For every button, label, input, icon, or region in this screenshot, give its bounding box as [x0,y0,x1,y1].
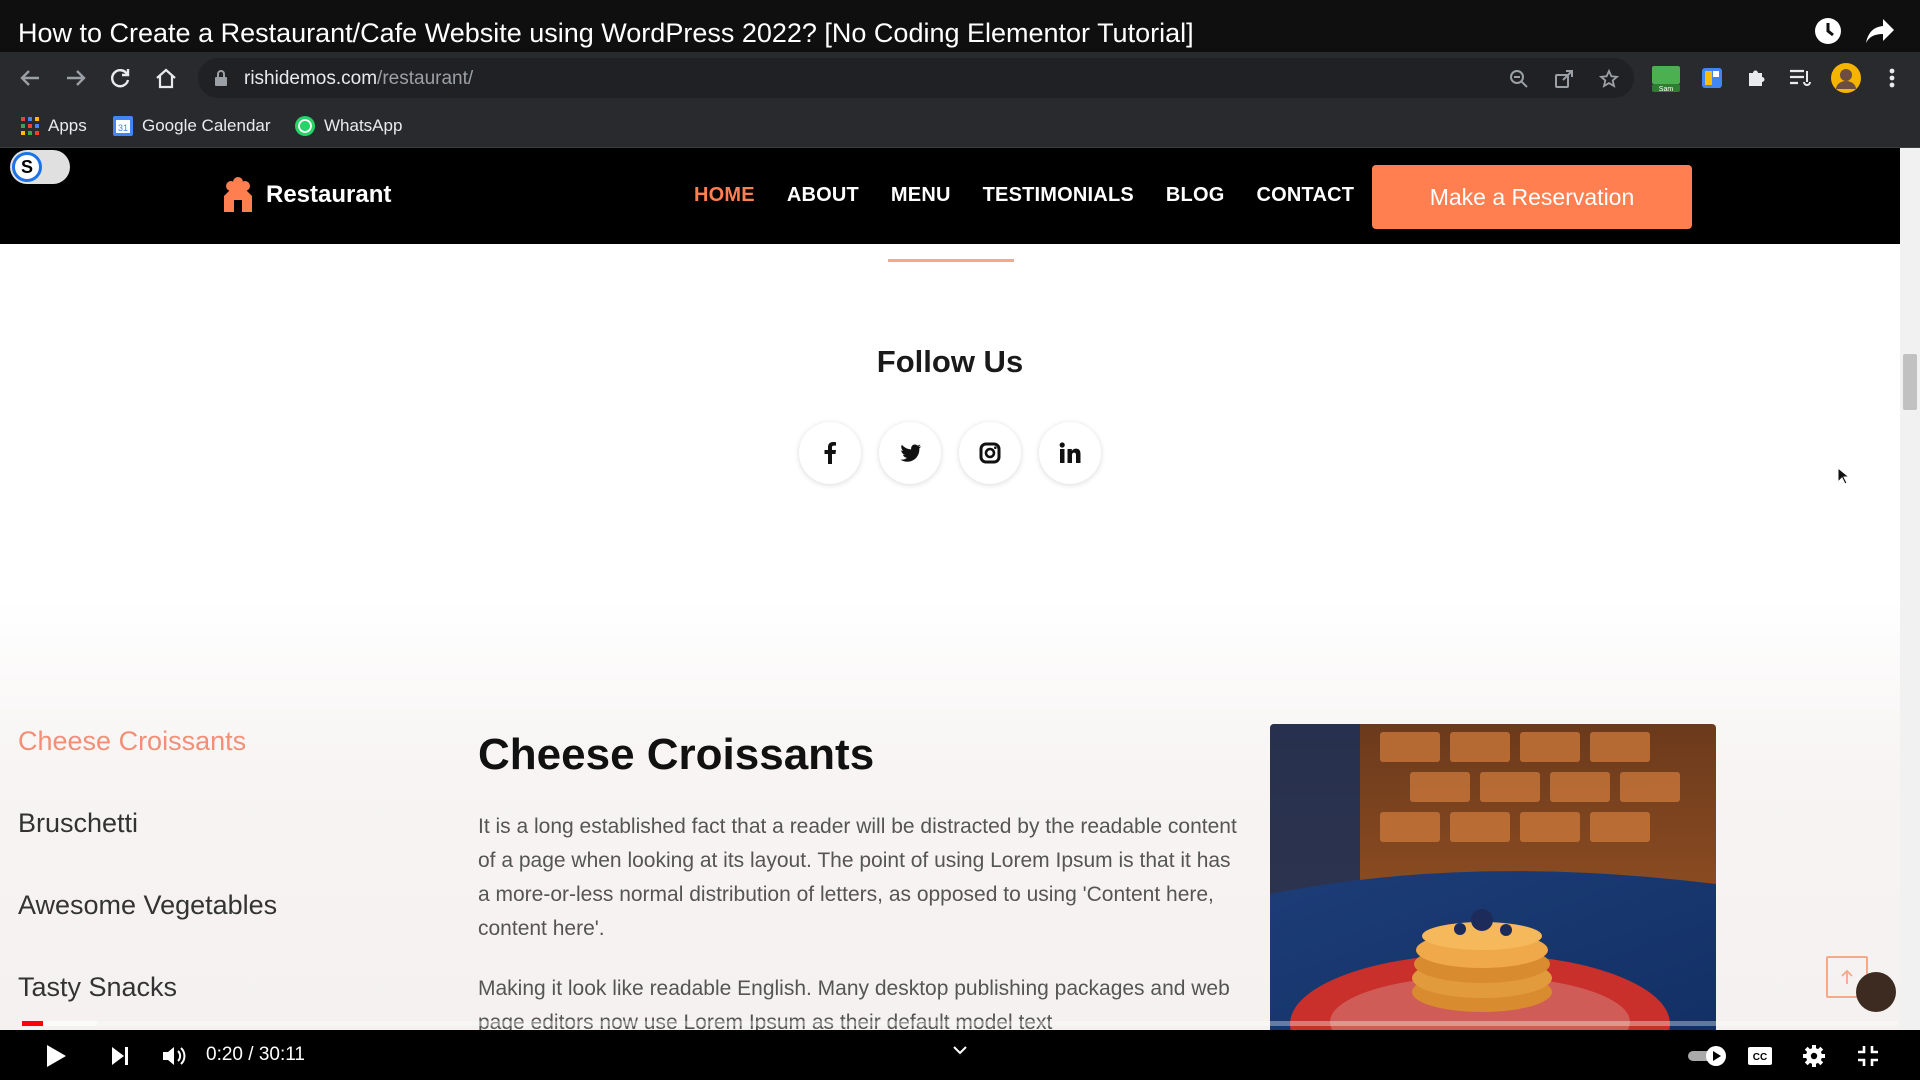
bookmarks-bar: Apps 31 Google Calendar WhatsApp [0,104,1920,148]
site-logo[interactable]: Restaurant [218,176,391,214]
social-links [799,422,1101,484]
nav-contact[interactable]: CONTACT [1256,184,1354,207]
bookmark-whatsapp[interactable]: WhatsApp [294,114,402,138]
main-navigation: HOME ABOUT MENU TESTIMONIALS BLOG CONTAC… [694,184,1354,207]
forward-arrow-icon[interactable] [60,62,92,94]
bookmark-label: WhatsApp [324,116,403,135]
home-icon[interactable] [150,62,182,94]
bookmark-star-icon[interactable] [1596,66,1622,92]
linkedin-button[interactable] [1039,422,1101,484]
reading-list-icon[interactable] [1784,62,1816,94]
bookmark-label: Apps [48,116,87,135]
toggle-knob: S [12,152,42,182]
video-played-bar [22,1021,43,1026]
video-title-bar: How to Create a Restaurant/Cafe Website … [0,0,1920,52]
extension-blue-icon[interactable] [1696,62,1728,94]
nav-about[interactable]: ABOUT [787,184,859,207]
apps-grid-icon [21,117,39,135]
page-scrollbar[interactable] [1900,148,1920,1030]
scrollbar-thumb[interactable] [1903,354,1917,410]
dish-photo [1270,724,1716,1030]
bookmark-google-calendar[interactable]: 31 Google Calendar [112,114,271,138]
twitter-icon [900,444,921,462]
facebook-button[interactable] [799,422,861,484]
dish-title: Cheese Croissants [478,730,875,779]
extension-sam-label: Sam [1659,86,1674,93]
menu-tab-awesome-vegetables[interactable]: Awesome Vegetables [18,890,277,972]
share-icon[interactable] [1863,14,1897,48]
presenter-avatar [1856,972,1896,1012]
video-controls: 0:20 / 30:11 CC [0,1030,1920,1080]
share-page-icon[interactable] [1551,66,1577,92]
play-icon[interactable] [38,1038,74,1074]
bookmark-label: Google Calendar [142,116,271,135]
zoom-icon[interactable] [1506,66,1532,92]
follow-us-heading: Follow Us [876,344,1024,379]
next-video-icon[interactable] [102,1038,138,1074]
restaurant-logo-icon [224,177,252,212]
whatsapp-icon [295,116,315,136]
captions-icon[interactable]: CC [1742,1038,1778,1074]
profile-avatar[interactable] [1830,62,1862,94]
mouse-cursor-icon [1836,466,1852,491]
browser-menu-icon[interactable] [1876,62,1908,94]
svg-text:31: 31 [118,123,128,133]
section-accent-line [888,259,1014,262]
reload-icon[interactable] [104,62,136,94]
instagram-button[interactable] [959,422,1021,484]
settings-gear-icon[interactable] [1796,1038,1832,1074]
address-bar[interactable]: rishidemos.com/restaurant/ [198,58,1634,98]
watch-later-icon[interactable] [1811,14,1845,48]
menu-tab-list: Cheese Croissants Bruschetti Awesome Veg… [18,726,277,1030]
autoplay-toggle[interactable] [1686,1038,1730,1074]
instagram-icon [979,442,1001,464]
svg-text:CC: CC [1753,1052,1767,1063]
logo-text: Restaurant [266,181,392,208]
dish-paragraph: It is a long established fact that a rea… [478,815,1237,940]
make-reservation-button[interactable]: Make a Reservation [1372,165,1692,229]
exit-fullscreen-icon[interactable] [1850,1038,1886,1074]
extensions-puzzle-icon[interactable] [1740,62,1772,94]
volume-icon[interactable] [156,1038,192,1074]
nav-blog[interactable]: BLOG [1166,184,1225,207]
website-viewport: Restaurant HOME ABOUT MENU TESTIMONIALS … [0,148,1900,1030]
nav-menu[interactable]: MENU [891,184,951,207]
url-text: rishidemos.com/restaurant/ [244,68,474,89]
back-arrow-icon[interactable] [14,62,46,94]
menu-tab-cheese-croissants[interactable]: Cheese Croissants [18,726,277,808]
video-progress-bar[interactable] [22,1021,1898,1026]
screen: How to Create a Restaurant/Cafe Website … [0,0,1920,1080]
screen-recorder-toggle[interactable]: S [10,150,70,184]
chevron-down-icon[interactable] [942,1032,978,1068]
video-time: 0:20 / 30:11 [206,1044,305,1065]
bookmark-apps[interactable]: Apps [20,114,87,138]
nav-home[interactable]: HOME [694,184,755,207]
linkedin-icon [1059,442,1081,463]
extension-sam-icon[interactable]: Sam [1650,62,1682,94]
facebook-icon [824,442,836,464]
video-title: How to Create a Restaurant/Cafe Website … [18,18,1194,48]
nav-testimonials[interactable]: TESTIMONIALS [983,184,1134,207]
arrow-up-icon [1841,969,1853,984]
dish-description: It is a long established fact that a rea… [478,810,1238,1030]
lock-icon [214,69,228,92]
site-header: Restaurant HOME ABOUT MENU TESTIMONIALS … [0,148,1900,244]
calendar-icon: 31 [113,116,133,136]
twitter-button[interactable] [879,422,941,484]
browser-toolbar: rishidemos.com/restaurant/ [0,52,1920,104]
menu-tab-bruschetti[interactable]: Bruschetti [18,808,277,890]
